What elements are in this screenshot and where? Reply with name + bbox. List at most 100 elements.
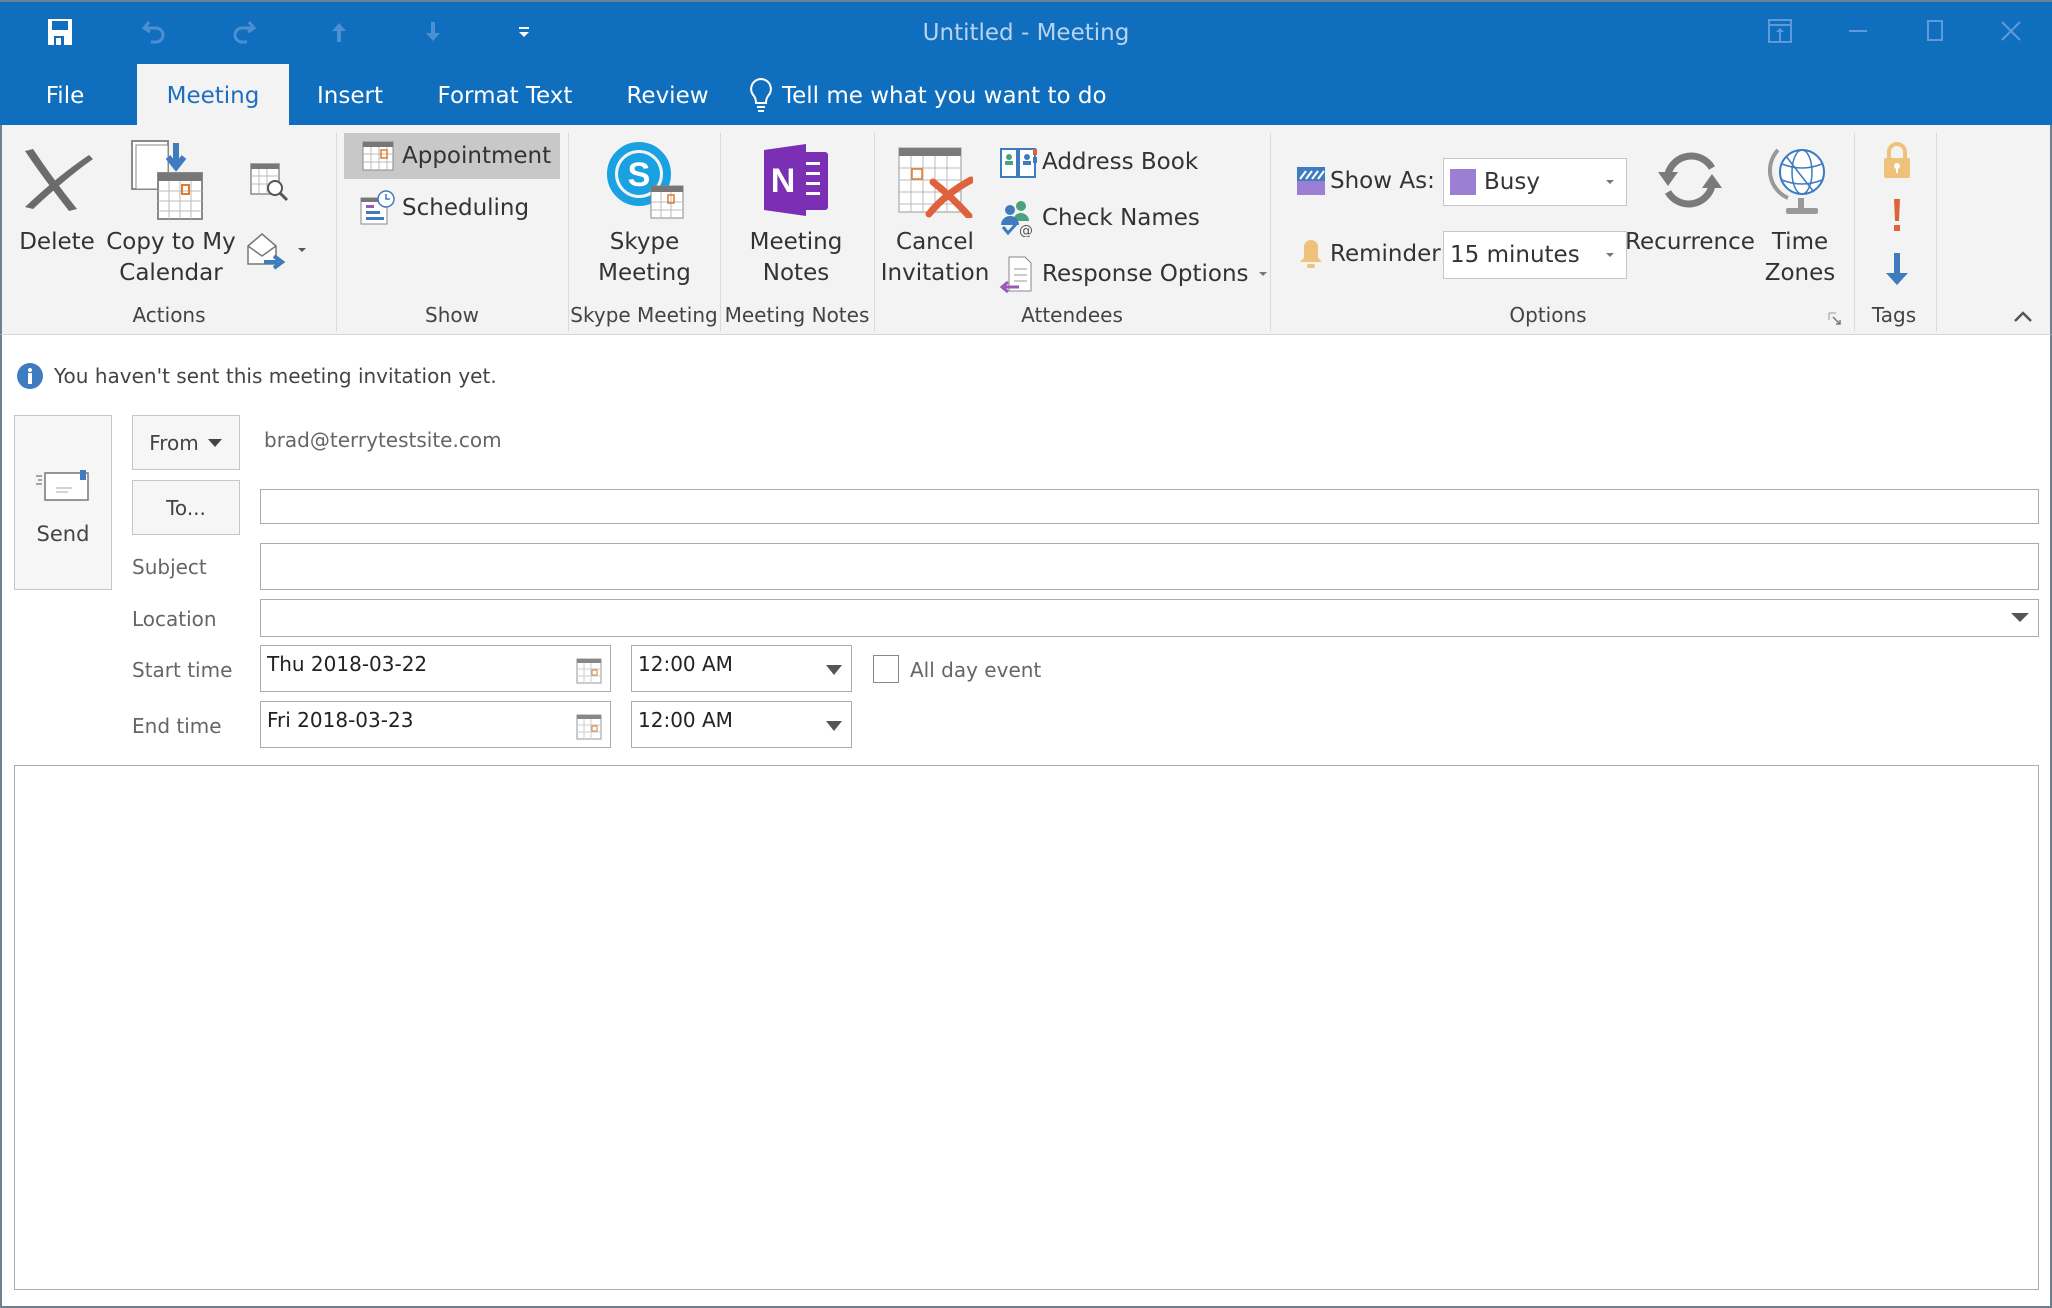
send-envelope-icon <box>36 470 89 501</box>
to-input[interactable] <box>260 489 2039 524</box>
show-as-dropdown[interactable]: Busy <box>1443 158 1627 206</box>
chevron-down-icon <box>207 438 222 447</box>
recurrence-button[interactable]: Recurrence <box>1625 135 1755 258</box>
response-options-icon <box>999 256 1032 293</box>
group-label-attendees: Attendees <box>1021 303 1123 327</box>
meeting-notes-button[interactable]: N Meeting Notes <box>728 135 864 289</box>
show-as-icon <box>1297 167 1325 195</box>
maximize-icon <box>1927 20 1943 41</box>
location-dropdown-icon[interactable] <box>2010 612 2030 624</box>
group-separator <box>568 133 569 331</box>
address-book-label: Address Book <box>1042 149 1199 175</box>
private-button[interactable] <box>1878 139 1916 183</box>
reminder-text: Reminder: <box>1330 241 1449 267</box>
svg-text:@: @ <box>1019 223 1033 237</box>
high-importance-button[interactable] <box>1878 193 1916 237</box>
to-button[interactable]: To... <box>132 480 240 535</box>
forward-meeting-button[interactable] <box>246 227 316 273</box>
location-input[interactable] <box>260 599 2039 637</box>
subject-label: Subject <box>132 555 207 579</box>
skype-label-line2: Meeting <box>598 260 691 286</box>
chevron-down-icon <box>826 721 842 731</box>
time-zones-button[interactable]: Time Zones <box>1754 135 1846 289</box>
calendar-picker-icon[interactable] <box>576 714 602 740</box>
svg-text:S: S <box>627 156 650 194</box>
cancel-invitation-button[interactable]: Cancel Invitation <box>880 135 990 289</box>
group-label-actions: Actions <box>132 303 206 327</box>
check-names-label: Check Names <box>1042 205 1200 231</box>
end-time-dropdown[interactable]: 12:00 AM <box>631 701 852 748</box>
tab-meeting[interactable]: Meeting <box>137 64 289 125</box>
low-importance-icon <box>1886 253 1908 285</box>
calendar-search-button[interactable] <box>246 159 292 205</box>
group-separator <box>1936 133 1937 331</box>
meeting-body-editor[interactable] <box>14 765 2039 1290</box>
start-date-input[interactable]: Thu 2018-03-22 <box>260 645 611 692</box>
skype-label-line1: Skype <box>609 229 680 255</box>
send-button[interactable]: Send <box>14 415 112 590</box>
start-time-dropdown[interactable]: 12:00 AM <box>631 645 852 692</box>
group-separator <box>1270 133 1271 331</box>
group-label-options: Options <box>1509 303 1587 327</box>
tab-format-text[interactable]: Format Text <box>425 64 585 125</box>
delete-x-icon <box>25 149 93 211</box>
collapse-ribbon-button[interactable] <box>2012 307 2034 325</box>
end-date-input[interactable]: Fri 2018-03-23 <box>260 701 611 748</box>
from-label: From <box>149 430 199 455</box>
all-day-label: All day event <box>910 658 1042 682</box>
tell-me-search[interactable]: Tell me what you want to do <box>748 76 1107 116</box>
svg-text:N: N <box>771 162 796 200</box>
calendar-search-icon <box>250 163 289 202</box>
ribbon-display-options-button[interactable] <box>1765 16 1795 46</box>
check-names-button[interactable]: @ Check Names <box>998 195 1200 241</box>
cancel-label-line1: Cancel <box>896 229 974 255</box>
calendar-picker-icon[interactable] <box>576 658 602 684</box>
start-time-value: 12:00 AM <box>638 652 733 676</box>
reminder-dropdown[interactable]: 15 minutes <box>1443 231 1627 279</box>
minimize-icon <box>1849 30 1867 32</box>
reminder-value: 15 minutes <box>1450 242 1580 268</box>
notes-label-line2: Notes <box>762 260 830 286</box>
group-separator <box>720 133 721 331</box>
skype-icon: S <box>606 142 683 219</box>
low-importance-button[interactable] <box>1878 247 1916 291</box>
all-day-checkbox[interactable] <box>873 655 899 683</box>
check-names-icon: @ <box>1001 201 1033 237</box>
address-book-button[interactable]: Address Book <box>998 139 1198 185</box>
end-time-label: End time <box>132 714 222 738</box>
lightbulb-icon <box>750 77 772 112</box>
chevron-up-icon <box>2014 311 2032 322</box>
copy-to-my-calendar-button[interactable]: Copy to My Calendar <box>106 135 236 289</box>
tab-review[interactable]: Review <box>610 64 725 125</box>
tab-file[interactable]: File <box>20 64 110 125</box>
send-label: Send <box>36 522 90 546</box>
response-options-button[interactable]: Response Options <box>998 251 1269 297</box>
appointment-button[interactable]: Appointment <box>344 133 560 179</box>
close-button[interactable] <box>1996 16 2026 46</box>
group-separator <box>336 133 337 331</box>
maximize-button[interactable] <box>1920 16 1950 46</box>
group-label-meeting-notes: Meeting Notes <box>724 303 870 327</box>
recurrence-icon <box>1658 152 1722 208</box>
show-as-label: Show As: <box>1296 158 1435 204</box>
busy-color-swatch <box>1450 169 1476 195</box>
onenote-icon: N <box>764 144 828 216</box>
response-options-label: Response Options <box>1042 261 1249 287</box>
start-time-label: Start time <box>132 658 233 682</box>
group-separator <box>1854 133 1855 331</box>
from-button[interactable]: From <box>132 415 240 470</box>
copy-label-line1: Copy to My <box>106 229 236 255</box>
lock-icon <box>1884 142 1910 178</box>
skype-meeting-button[interactable]: S Skype Meeting <box>577 135 712 289</box>
globe-icon <box>1768 148 1825 214</box>
scheduling-button[interactable]: Scheduling <box>358 185 558 231</box>
envelope-forward-icon <box>247 233 286 270</box>
subject-input[interactable] <box>260 543 2039 590</box>
minimize-button[interactable] <box>1843 16 1873 46</box>
group-separator <box>874 133 875 331</box>
from-address: brad@terrytestsite.com <box>264 428 502 452</box>
delete-button[interactable]: Delete <box>16 135 98 258</box>
tab-insert[interactable]: Insert <box>300 64 400 125</box>
info-icon <box>17 363 43 389</box>
options-dialog-launcher[interactable] <box>1828 311 1842 325</box>
